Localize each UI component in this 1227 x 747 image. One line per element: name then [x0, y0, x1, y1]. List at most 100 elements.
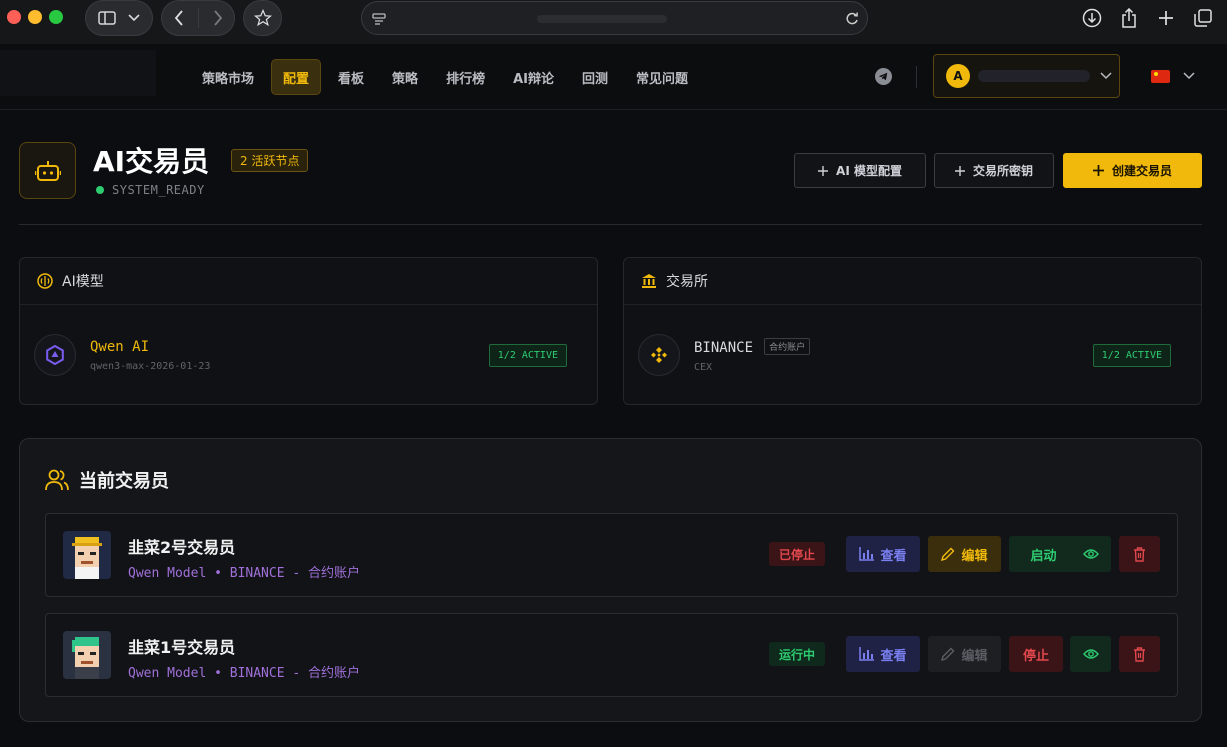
- active-count-badge: 1/2 ACTIVE: [1092, 344, 1171, 367]
- create-trader-button[interactable]: 创建交易员: [1063, 153, 1202, 188]
- ai-models-panel: AI模型 Qwen AI qwen3-max-2026-01-23 1/2 AC…: [19, 257, 598, 405]
- edit-label: 编辑: [961, 548, 988, 564]
- model-id: qwen3-max-2026-01-23: [90, 360, 211, 372]
- stop-button[interactable]: 停止: [1009, 636, 1063, 672]
- page-settings-icon[interactable]: [372, 12, 386, 26]
- history-nav: [161, 0, 235, 36]
- avatar: A: [946, 64, 970, 88]
- exchange-category: CEX: [694, 362, 713, 373]
- bar-chart-icon: [859, 647, 875, 661]
- ai-model-item[interactable]: Qwen AI qwen3-max-2026-01-23 1/2 ACTIVE: [34, 324, 583, 386]
- plus-icon: [954, 165, 965, 176]
- nav-item-dashboard[interactable]: 看板: [327, 59, 375, 95]
- header-divider: [19, 224, 1202, 225]
- chevron-down-icon: [128, 14, 140, 22]
- sidebar-toggle-button[interactable]: [85, 0, 153, 36]
- zoom-window-button[interactable]: [49, 10, 63, 24]
- trader-row: 韭菜1号交易员 Qwen Model • BINANCE - 合约账户 运行中 …: [45, 613, 1178, 697]
- share-button[interactable]: [1110, 4, 1147, 32]
- eye-icon: [1082, 649, 1099, 659]
- create-trader-label: 创建交易员: [1111, 164, 1172, 178]
- reload-icon[interactable]: [845, 11, 859, 26]
- trader-name: 韭菜1号交易员: [128, 638, 236, 657]
- window-controls: [7, 10, 63, 24]
- redacted-account: [978, 70, 1090, 82]
- status-badge: 已停止: [769, 542, 826, 566]
- nav-item-config[interactable]: 配置: [271, 59, 322, 95]
- logo[interactable]: [0, 50, 156, 96]
- nav-item-backtest[interactable]: 回测: [571, 59, 619, 95]
- edit-button[interactable]: 编辑: [928, 536, 1001, 572]
- downloads-button[interactable]: [1073, 4, 1110, 32]
- view-button[interactable]: 查看: [846, 636, 920, 672]
- users-icon: [45, 469, 69, 491]
- close-window-button[interactable]: [7, 10, 21, 24]
- nav-menu: 策略市场 配置 看板 策略 排行榜 AI辩论 回测 常见问题: [191, 59, 699, 95]
- china-flag-icon[interactable]: [1151, 70, 1170, 83]
- tabs-icon: [1193, 9, 1212, 27]
- back-icon[interactable]: [174, 10, 184, 26]
- bookmark-button[interactable]: [243, 0, 282, 36]
- pencil-icon: [941, 547, 955, 561]
- edit-label: 编辑: [961, 648, 988, 664]
- trash-icon: [1134, 546, 1145, 562]
- account-menu[interactable]: A: [933, 54, 1120, 98]
- chevron-down-icon[interactable]: [1183, 72, 1195, 80]
- exchange-key-label: 交易所密钥: [972, 164, 1033, 178]
- visibility-button[interactable]: [1070, 536, 1111, 572]
- trader-subtitle: Qwen Model • BINANCE - 合约账户: [128, 666, 361, 681]
- eye-icon: [1082, 549, 1099, 559]
- download-icon: [1082, 8, 1101, 28]
- new-tab-button[interactable]: [1147, 4, 1184, 32]
- ai-model-config-button[interactable]: AI 模型配置: [794, 153, 926, 188]
- forward-icon[interactable]: [213, 10, 223, 26]
- nav-item-faq[interactable]: 常见问题: [625, 59, 699, 95]
- start-button[interactable]: 启动: [1009, 536, 1078, 572]
- exchange-title: 交易所: [666, 274, 708, 290]
- trader-avatar: [63, 531, 111, 579]
- trader-subtitle: Qwen Model • BINANCE - 合约账户: [128, 566, 361, 581]
- traders-title: 当前交易员: [79, 471, 169, 492]
- trader-avatar: [63, 631, 111, 679]
- sidebar-icon: [98, 11, 116, 25]
- share-icon: [1121, 8, 1136, 28]
- address-bar[interactable]: [361, 1, 868, 35]
- bank-icon: [642, 274, 656, 288]
- nav-item-ai-debate[interactable]: AI辩论: [502, 59, 565, 95]
- bar-chart-icon: [859, 547, 875, 561]
- redacted-url: [537, 15, 667, 23]
- plus-icon: [818, 165, 829, 176]
- page-title: AI交易员: [93, 145, 210, 178]
- model-name: Qwen AI: [90, 338, 150, 355]
- status-dot: [96, 186, 104, 194]
- star-icon: [253, 9, 272, 27]
- visibility-button[interactable]: [1070, 636, 1111, 672]
- telegram-icon[interactable]: [875, 68, 892, 85]
- trash-icon: [1134, 646, 1145, 662]
- delete-button[interactable]: [1119, 536, 1160, 572]
- exchange-panel: 交易所 BINANCE 合约账户 CEX 1/2 ACTIVE: [623, 257, 1202, 405]
- binance-logo-icon: [638, 334, 680, 376]
- nav-item-strategy-market[interactable]: 策略市场: [191, 59, 265, 95]
- active-count-badge: 1/2 ACTIVE: [488, 344, 567, 367]
- system-status: SYSTEM_READY: [96, 183, 205, 197]
- brain-icon: [37, 273, 53, 289]
- exchange-key-button[interactable]: 交易所密钥: [934, 153, 1054, 188]
- minimize-window-button[interactable]: [28, 10, 42, 24]
- nav-item-strategy[interactable]: 策略: [381, 59, 429, 95]
- account-type-tag: 合约账户: [764, 338, 811, 355]
- view-button[interactable]: 查看: [846, 536, 920, 572]
- tab-overview-button[interactable]: [1184, 4, 1221, 32]
- exchange-item[interactable]: BINANCE 合约账户 CEX 1/2 ACTIVE: [638, 324, 1187, 386]
- ai-models-title: AI模型: [62, 274, 104, 290]
- status-badge: 运行中: [769, 642, 826, 666]
- ai-model-config-label: AI 模型配置: [836, 164, 902, 178]
- active-nodes-badge: 2 活跃节点: [231, 149, 309, 172]
- delete-button[interactable]: [1119, 636, 1160, 672]
- robot-icon: [19, 142, 76, 199]
- view-label: 查看: [880, 648, 907, 664]
- system-status-text: SYSTEM_READY: [112, 183, 205, 197]
- edit-button[interactable]: 编辑: [928, 636, 1001, 672]
- nav-item-leaderboard[interactable]: 排行榜: [435, 59, 496, 95]
- chevron-down-icon: [1100, 72, 1112, 80]
